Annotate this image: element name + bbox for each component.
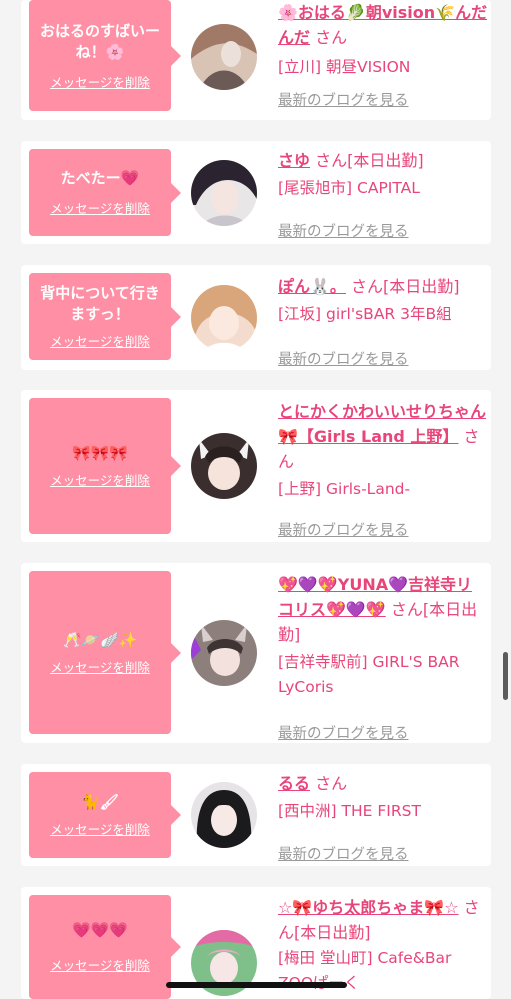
avatar[interactable] [191, 160, 257, 226]
cast-info: ぽん🐰。 さん[本日出勤] [江坂] girl'sBAR 3年B組 最新のブログ… [278, 274, 488, 368]
name-line: るる さん [278, 771, 488, 796]
message-bubble: 🎀🎀🎀 メッセージを削除 [29, 398, 181, 534]
attendance-badge: [本日出勤] [383, 277, 460, 296]
message-bubble: たべたー💗 メッセージを削除 [29, 149, 181, 236]
store-name: [江坂] girl'sBAR 3年B組 [278, 305, 452, 323]
honorific: さん [351, 277, 384, 296]
message-text: 🎀🎀🎀 [71, 444, 129, 462]
message-bubble: 🥂🪐🪽✨ メッセージを削除 [29, 571, 181, 734]
honorific: さん [315, 774, 348, 793]
delete-message-link[interactable]: メッセージを削除 [50, 470, 150, 489]
cast-info: るる さん [西中洲] THE FIRST 最新のブログを見る [278, 771, 488, 863]
avatar[interactable] [191, 24, 257, 90]
cast-name-link[interactable]: 🌸おはる🥬朝vision🌾んだんだ [278, 3, 487, 47]
delete-message-link[interactable]: メッセージを削除 [50, 819, 150, 838]
honorific: さん [390, 600, 423, 619]
blog-link[interactable]: 最新のブログを見る [278, 348, 409, 369]
message-bubble: 🐈🖌 メッセージを削除 [29, 772, 181, 858]
cast-info: 🌸おはる🥬朝vision🌾んだんだ さん [立川] 朝昼VISION 最新のブロ… [278, 0, 488, 109]
delete-message-link[interactable]: メッセージを削除 [50, 657, 150, 676]
name-line: さゆ さん[本日出勤] [278, 148, 488, 173]
list-item: おはるのすばいーね！🌸 メッセージを削除 🌸おはる🥬朝vision🌾んだんだ さ… [21, 0, 491, 120]
cast-info: 💖💜💖YUNA💜吉祥寺リコリス💖💜💖 さん[本日出勤] [吉祥寺駅前] GIRL… [278, 572, 488, 742]
delete-message-link[interactable]: メッセージを削除 [50, 331, 150, 350]
cast-name-link[interactable]: さゆ [278, 151, 310, 170]
cast-name-link[interactable]: ぽん🐰。 [278, 277, 346, 296]
cast-name-link[interactable]: とにかくかわいいせりちゃん🎀【Girls Land 上野】 [278, 402, 486, 446]
message-text: 🐈🖌 [81, 793, 119, 811]
blog-link[interactable]: 最新のブログを見る [278, 843, 409, 864]
store-name: [西中洲] THE FIRST [278, 802, 421, 820]
cast-info: ☆🎀ゆち太郎ちゃま🎀☆ さん[本日出勤] [梅田 堂山町] Cafe&Bar Z… [278, 895, 488, 996]
scrollbar[interactable] [503, 652, 508, 700]
message-text: たべたー💗 [60, 169, 140, 187]
cast-info: さゆ さん[本日出勤] [尾張旭市] CAPITAL 最新のブログを見る [278, 148, 488, 240]
delete-message-link[interactable]: メッセージを削除 [50, 955, 150, 974]
store-name: [立川] 朝昼VISION [278, 58, 411, 76]
list-item: 🐈🖌 メッセージを削除 るる さん [西中洲] THE FIRST 最新のブログ… [21, 764, 491, 866]
name-line: ☆🎀ゆち太郎ちゃま🎀☆ さん[本日出勤] [278, 895, 488, 945]
honorific: さん [315, 151, 348, 170]
blog-link[interactable]: 最新のブログを見る [278, 722, 409, 743]
store-name: [梅田 堂山町] Cafe&Bar ZOOぱーく [278, 949, 452, 992]
delete-message-link[interactable]: メッセージを削除 [50, 72, 150, 91]
avatar[interactable] [191, 285, 257, 351]
avatar[interactable] [191, 782, 257, 848]
list-item: たべたー💗 メッセージを削除 さゆ さん[本日出勤] [尾張旭市] CAPITA… [21, 141, 491, 244]
list-item: 背中について行きますっ！ メッセージを削除 ぽん🐰。 さん[本日出勤] [江坂]… [21, 265, 491, 370]
list-item: 🎀🎀🎀 メッセージを削除 とにかくかわいいせりちゃん🎀【Girls Land 上… [21, 390, 491, 542]
message-text: おはるのすばいーね！🌸 [39, 21, 160, 61]
message-text: 背中について行きますっ！ [40, 284, 160, 323]
name-line: 💖💜💖YUNA💜吉祥寺リコリス💖💜💖 さん[本日出勤] [278, 572, 488, 647]
message-bubble: おはるのすばいーね！🌸 メッセージを削除 [29, 0, 181, 111]
message-text: 💗💗💗 [71, 921, 129, 939]
avatar[interactable] [191, 620, 257, 686]
list-item: 🥂🪐🪽✨ メッセージを削除 💖💜💖YUNA💜吉祥寺リコリス💖💜💖 さん[本日出勤… [21, 563, 491, 743]
message-text: 🥂🪐🪽✨ [62, 630, 138, 649]
blog-link[interactable]: 最新のブログを見る [278, 89, 409, 110]
store-name: [吉祥寺駅前] GIRL'S BAR LyCoris [278, 653, 460, 696]
home-indicator[interactable] [166, 982, 347, 988]
delete-message-link[interactable]: メッセージを削除 [50, 198, 150, 217]
cast-info: とにかくかわいいせりちゃん🎀【Girls Land 上野】 さん [上野] Gi… [278, 399, 488, 539]
attendance-badge: [本日出勤] [347, 151, 424, 170]
name-line: 🌸おはる🥬朝vision🌾んだんだ さん [278, 0, 488, 50]
attendance-badge: [本日出勤] [294, 923, 371, 942]
message-bubble: 背中について行きますっ！ メッセージを削除 [29, 273, 181, 360]
message-bubble: 💗💗💗 メッセージを削除 [29, 895, 181, 999]
blog-link[interactable]: 最新のブログを見る [278, 519, 409, 540]
name-line: ぽん🐰。 さん[本日出勤] [278, 274, 488, 299]
honorific: さん [315, 28, 348, 47]
store-name: [尾張旭市] CAPITAL [278, 179, 420, 197]
blog-link[interactable]: 最新のブログを見る [278, 220, 409, 241]
cast-name-link[interactable]: ☆🎀ゆち太郎ちゃま🎀☆ [278, 898, 459, 917]
store-name: [上野] Girls-Land- [278, 480, 411, 498]
avatar[interactable] [191, 433, 257, 499]
cast-name-link[interactable]: るる [278, 774, 310, 793]
name-line: とにかくかわいいせりちゃん🎀【Girls Land 上野】 さん [278, 399, 488, 474]
